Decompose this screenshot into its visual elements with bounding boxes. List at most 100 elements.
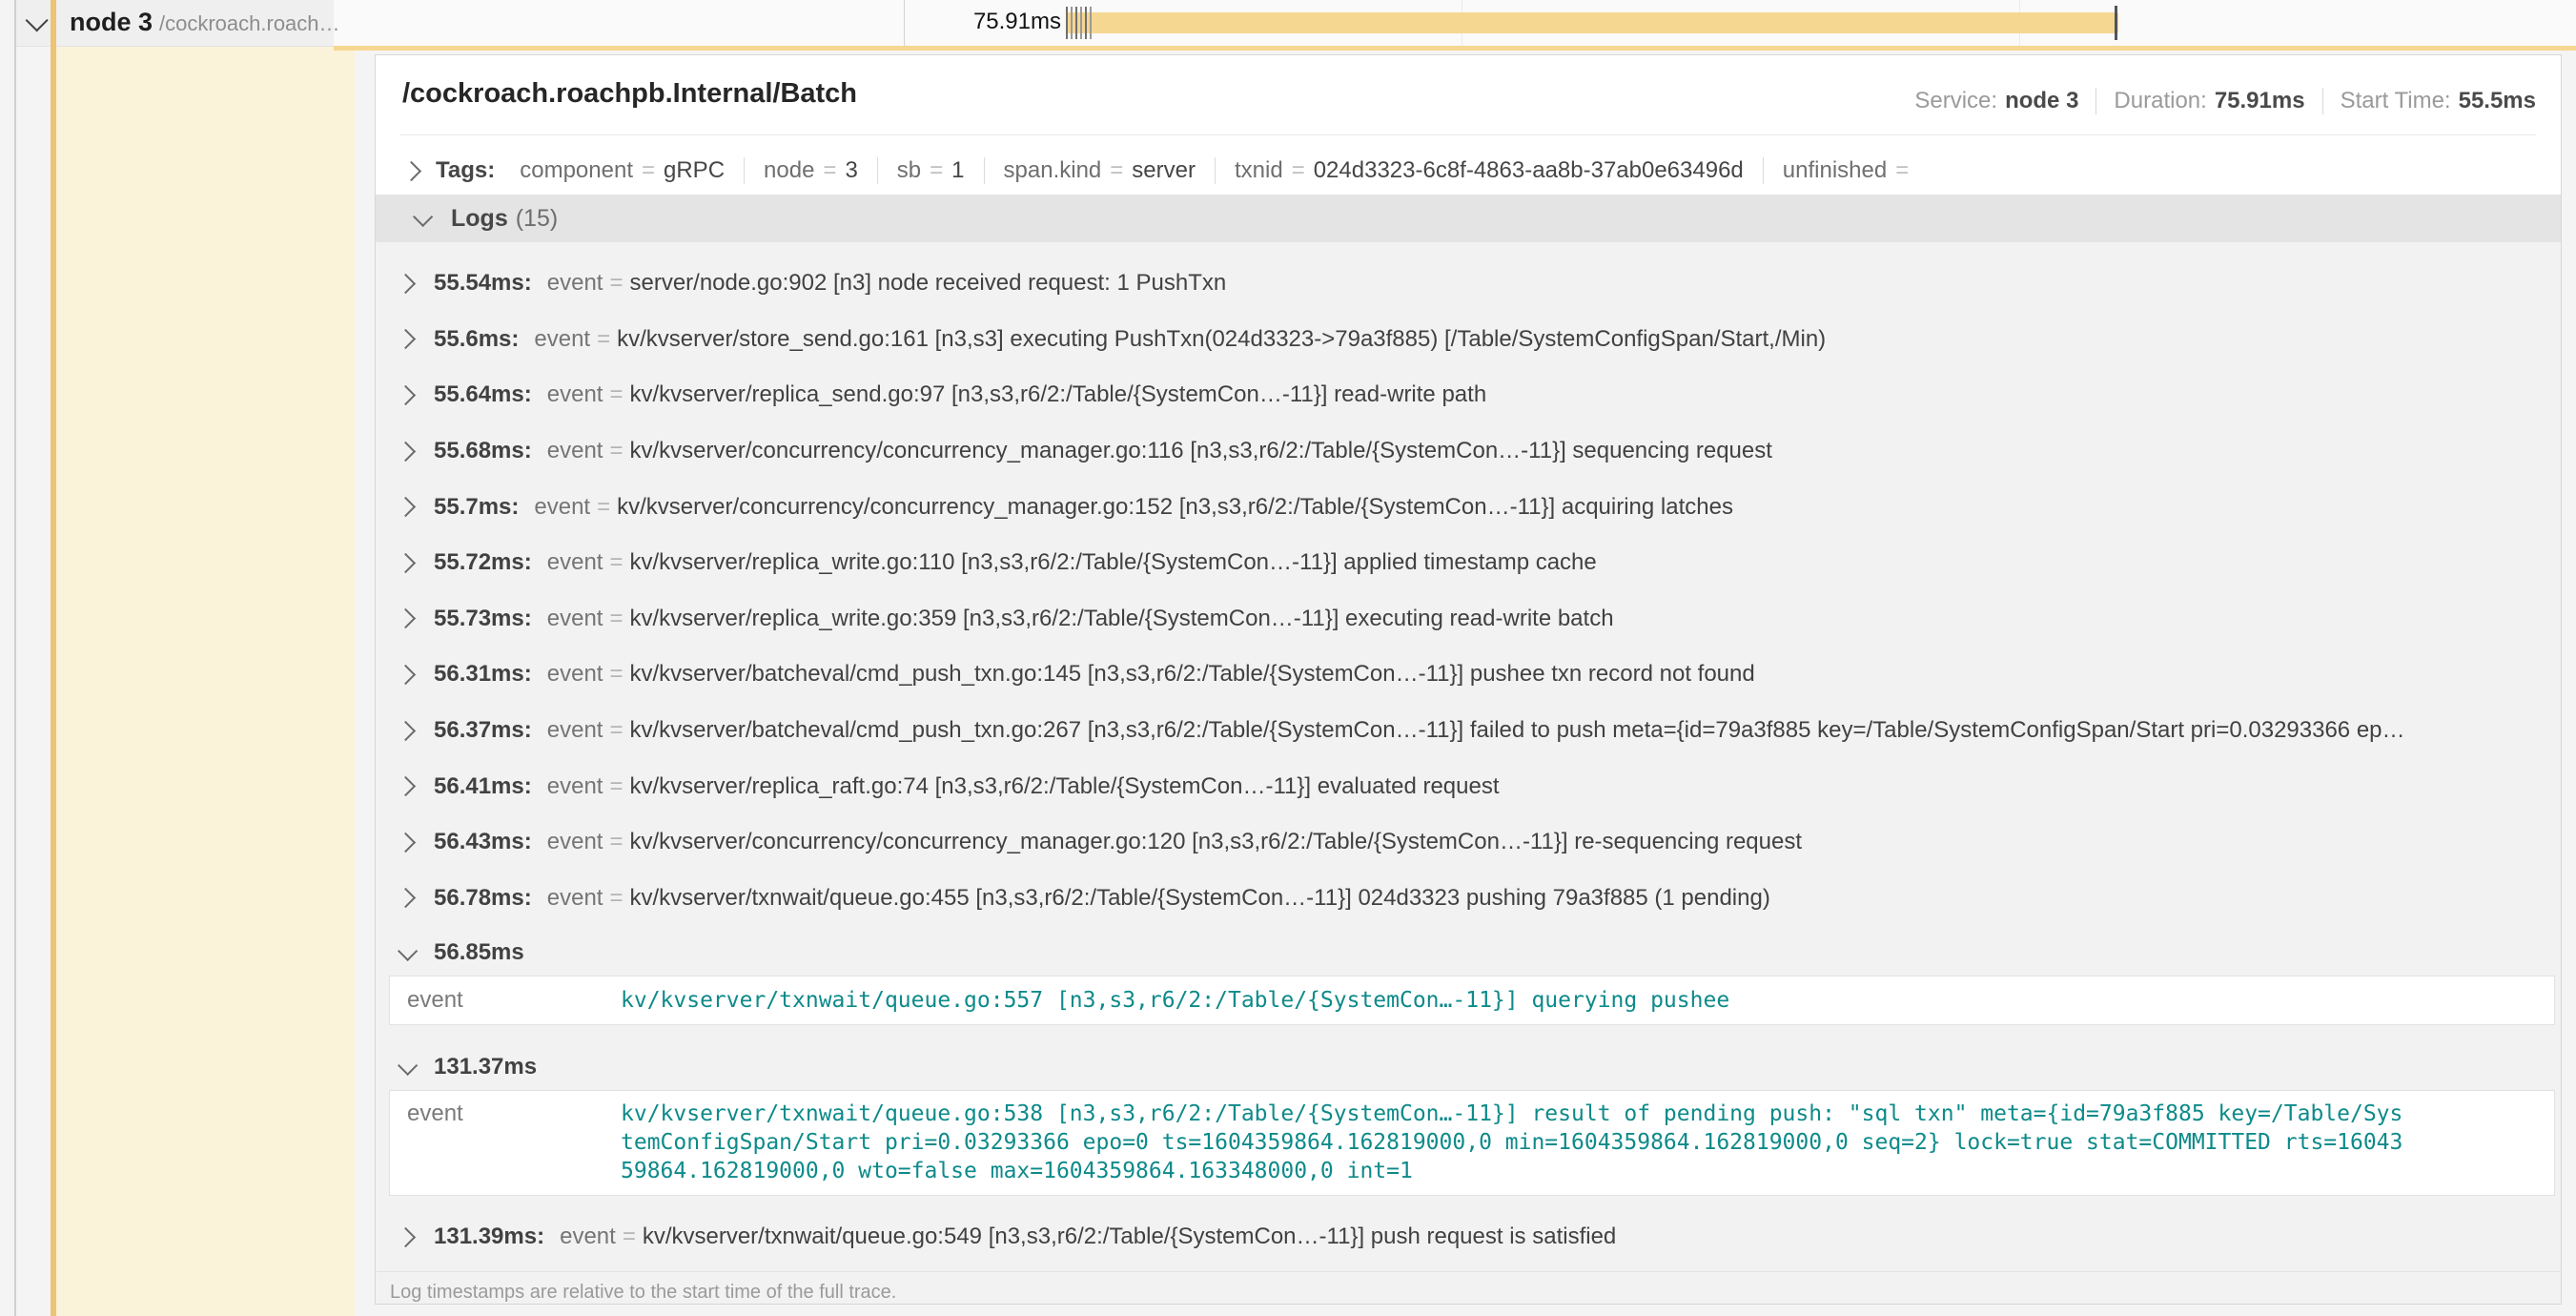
trace-detail-page: node 3 /cockroach.roach… 75.91ms /cockro…: [0, 0, 2576, 1316]
log-field-value: kv/kvserver/replica_write.go:110 [n3,s3,…: [629, 549, 1596, 576]
chevron-right-icon[interactable]: [396, 776, 416, 796]
tag-key: span.kind: [1004, 157, 1102, 184]
log-row[interactable]: 55.6ms: event = kv/kvserver/store_send.g…: [376, 312, 2561, 368]
chevron-right-icon[interactable]: [396, 833, 416, 853]
log-field-key: event: [547, 661, 603, 688]
log-field-value: kv/kvserver/replica_raft.go:74 [n3,s3,r6…: [629, 773, 1499, 800]
log-timestamp: 56.41ms:: [434, 773, 532, 800]
log-field-key: event: [560, 1223, 616, 1250]
log-timestamp: 56.37ms:: [434, 717, 532, 744]
tag-value: gRPC: [664, 157, 725, 184]
chevron-right-icon[interactable]: [396, 608, 416, 628]
log-row-expanded-header[interactable]: 56.85ms: [376, 934, 2561, 972]
log-field-value: kv/kvserver/txnwait/queue.go:557 [n3,s3,…: [621, 986, 2413, 1015]
log-timestamp: 56.85ms: [434, 939, 524, 966]
span-duration-label: 75.91ms: [858, 9, 1061, 35]
span-row-accent-underline: [334, 46, 2576, 51]
equals-sign: =: [609, 381, 623, 408]
equals-sign: =: [1292, 157, 1305, 184]
chevron-right-icon[interactable]: [401, 160, 421, 180]
chevron-right-icon[interactable]: [396, 385, 416, 405]
span-duration-bar[interactable]: [1066, 12, 2118, 33]
log-row[interactable]: 56.78ms: event = kv/kvserver/txnwait/que…: [376, 871, 2561, 927]
log-field-row: event kv/kvserver/txnwait/queue.go:538 […: [390, 1100, 2554, 1185]
log-field-key: event: [390, 1100, 621, 1128]
log-field-key: event: [547, 885, 603, 912]
tag-value: 1: [951, 157, 964, 184]
log-field-key: event: [547, 773, 603, 800]
duration-label: Duration:: [2114, 88, 2206, 114]
chevron-right-icon[interactable]: [396, 553, 416, 573]
log-row[interactable]: 56.41ms: event = kv/kvserver/replica_raf…: [376, 758, 2561, 814]
meta-separator: [2322, 88, 2323, 114]
log-marker-tick: [1071, 7, 1073, 39]
log-row[interactable]: 55.54ms: event = server/node.go:902 [n3]…: [376, 256, 2561, 312]
log-entry-expanded: 131.37ms event kv/kvserver/txnwait/queue…: [376, 1048, 2561, 1196]
chevron-right-icon[interactable]: [396, 888, 416, 908]
log-row[interactable]: 131.39ms: event = kv/kvserver/txnwait/qu…: [376, 1209, 2561, 1265]
span-service-name: node 3: [70, 8, 153, 37]
chevron-right-icon[interactable]: [396, 497, 416, 517]
tag-item: txnid = 024d3323-6c8f-4863-aa8b-37ab0e63…: [1215, 157, 1763, 184]
logs-footer-note: Log timestamps are relative to the start…: [376, 1271, 2561, 1304]
log-entry-expanded: 56.85ms event kv/kvserver/txnwait/queue.…: [376, 934, 2561, 1025]
chevron-right-icon[interactable]: [396, 720, 416, 740]
chevron-down-icon[interactable]: [413, 206, 433, 226]
tag-value: 3: [845, 157, 857, 184]
log-row[interactable]: 56.31ms: event = kv/kvserver/batcheval/c…: [376, 647, 2561, 703]
log-field-key: event: [547, 606, 603, 632]
log-marker-tick: [1075, 7, 1077, 39]
log-field-value: kv/kvserver/store_send.go:161 [n3,s3] ex…: [617, 326, 1826, 353]
log-field-key: event: [390, 986, 621, 1015]
tree-indent-guide: [14, 0, 16, 1316]
log-row[interactable]: 56.43ms: event = kv/kvserver/concurrency…: [376, 814, 2561, 871]
chevron-right-icon[interactable]: [396, 441, 416, 461]
log-timestamp: 55.68ms:: [434, 438, 532, 464]
tag-value: server: [1132, 157, 1196, 184]
chevron-down-icon[interactable]: [398, 1055, 418, 1075]
log-field-key: event: [547, 270, 603, 297]
log-field-key: event: [534, 494, 590, 521]
chevron-right-icon[interactable]: [396, 665, 416, 685]
span-name-cell[interactable]: node 3 /cockroach.roach…: [16, 0, 334, 47]
log-timestamp: 55.54ms:: [434, 270, 532, 297]
log-row[interactable]: 55.64ms: event = kv/kvserver/replica_sen…: [376, 367, 2561, 423]
log-row-expanded-header[interactable]: 131.37ms: [376, 1048, 2561, 1086]
span-detail-header: /cockroach.roachpb.Internal/Batch Servic…: [376, 55, 2561, 195]
log-row[interactable]: 55.7ms: event = kv/kvserver/concurrency/…: [376, 479, 2561, 535]
equals-sign: =: [609, 438, 623, 464]
equals-sign: =: [609, 717, 623, 744]
chevron-down-icon[interactable]: [398, 940, 418, 960]
log-timestamp: 131.39ms:: [434, 1223, 544, 1250]
log-row[interactable]: 55.73ms: event = kv/kvserver/replica_wri…: [376, 591, 2561, 648]
equals-sign: =: [1895, 157, 1909, 184]
logs-accordion-toggle[interactable]: Logs (15): [376, 195, 2561, 242]
equals-sign: =: [609, 829, 623, 855]
log-field-key: event: [547, 438, 603, 464]
log-row[interactable]: 55.68ms: event = kv/kvserver/concurrency…: [376, 423, 2561, 480]
log-timestamp: 56.43ms:: [434, 829, 532, 855]
start-time-label: Start Time:: [2341, 88, 2451, 114]
log-marker-tick: [1066, 7, 1068, 39]
chevron-right-icon[interactable]: [396, 1227, 416, 1247]
chevron-down-icon[interactable]: [26, 9, 49, 31]
header-divider: [400, 134, 2536, 135]
chevron-right-icon[interactable]: [396, 274, 416, 294]
log-row[interactable]: 55.72ms: event = kv/kvserver/replica_wri…: [376, 535, 2561, 591]
log-field-value: kv/kvserver/replica_write.go:359 [n3,s3,…: [629, 606, 1613, 632]
equals-sign: =: [597, 494, 610, 521]
chevron-right-icon[interactable]: [396, 329, 416, 349]
tag-key: txnid: [1235, 157, 1283, 184]
equals-sign: =: [609, 885, 623, 912]
log-field-value: kv/kvserver/batcheval/cmd_push_txn.go:14…: [629, 661, 1754, 688]
log-row[interactable]: 56.37ms: event = kv/kvserver/batcheval/c…: [376, 703, 2561, 759]
log-timestamp: 56.31ms:: [434, 661, 532, 688]
equals-sign: =: [642, 157, 655, 184]
tags-accordion-toggle[interactable]: Tags: component = gRPC node = 3 sb = 1: [404, 151, 1936, 191]
span-row[interactable]: node 3 /cockroach.roach… 75.91ms: [16, 0, 2576, 46]
span-detail-accent-band: [56, 46, 355, 1316]
log-timestamp: 55.64ms:: [434, 381, 532, 408]
log-marker-tick: [1080, 7, 1082, 39]
tag-item: span.kind = server: [984, 157, 1215, 184]
log-marker-tick-end: [2115, 6, 2117, 40]
